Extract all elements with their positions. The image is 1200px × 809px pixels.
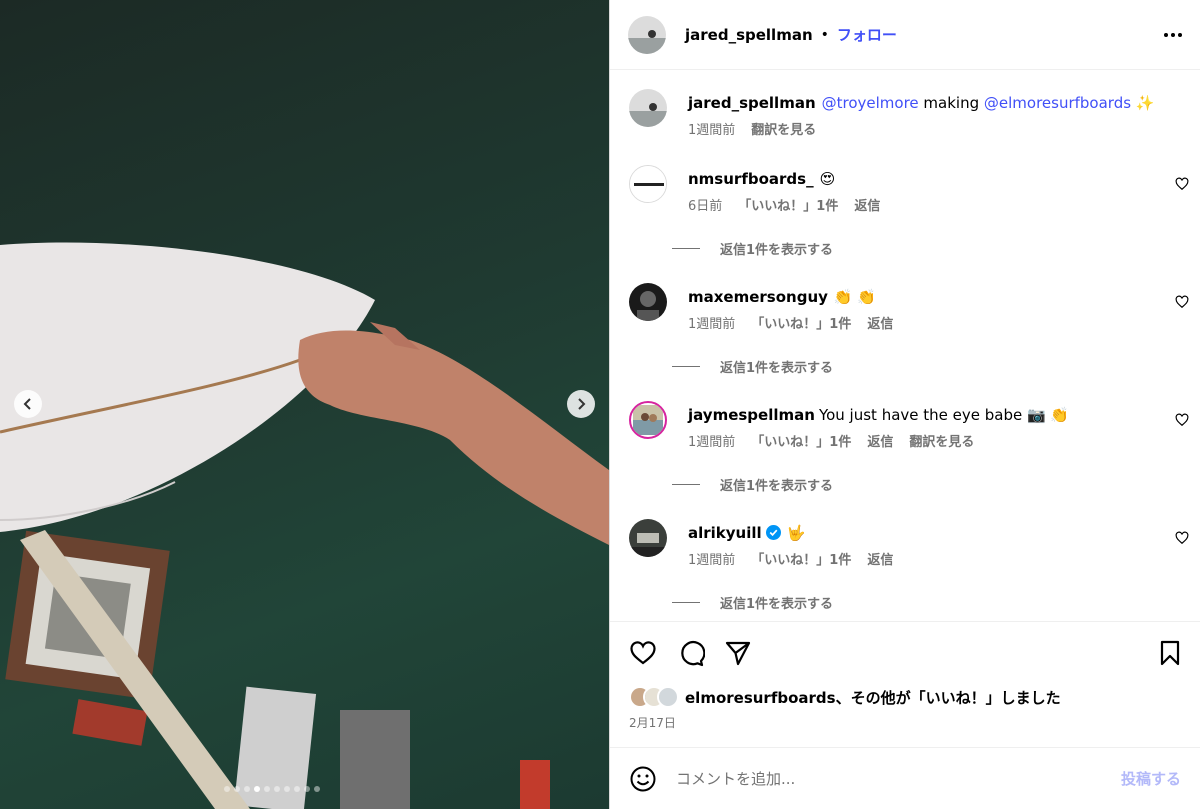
carousel-dots [224,786,320,792]
share-paper-plane-icon[interactable] [724,639,752,667]
comment-likes[interactable]: 「いいね！」1件 [751,431,851,450]
carousel-dot [244,786,250,792]
heart-icon[interactable] [1175,531,1189,545]
caption-time[interactable]: 1週間前 [688,119,735,138]
reply-button[interactable]: 返信 [867,549,893,568]
previous-slide-button[interactable] [14,390,42,418]
caption-emoji: ✨ [1135,94,1155,112]
avatar[interactable] [628,15,666,54]
reply-button[interactable]: 返信 [867,313,893,332]
follow-button[interactable]: フォロー [837,24,897,45]
chevron-right-icon [578,398,586,410]
view-replies-button[interactable]: 返信1件を表示する [672,475,833,494]
translate-button[interactable]: 翻訳を見る [751,119,816,138]
view-replies-button[interactable]: 返信1件を表示する [672,593,833,612]
more-icon [1164,32,1168,37]
comment-input[interactable] [676,769,1076,788]
wall-object [340,710,410,809]
like-heart-icon[interactable] [629,639,657,667]
post-side-panel: jared_spellman • フォロー jared_spellman @tro… [609,0,1200,809]
spray-can [520,760,550,809]
view-replies-button[interactable]: 返信1件を表示する [672,357,833,376]
post-header: jared_spellman • フォロー [610,0,1200,70]
comment-likes[interactable]: 「いいね！」1件 [751,313,851,332]
bookmark-icon[interactable] [1156,639,1184,667]
comment-username[interactable]: alrikyuill [688,524,762,542]
carousel-dot [234,786,240,792]
comment-bubble-icon[interactable] [677,639,705,667]
heart-icon[interactable] [1175,177,1189,191]
comment-text: 👏 👏 [833,288,877,306]
heart-icon[interactable] [1175,413,1189,427]
avatar[interactable] [629,165,667,203]
carousel-dot [294,786,300,792]
comment-likes[interactable]: 「いいね！」1件 [738,195,838,214]
caption-text: making [918,94,984,112]
comment-likes[interactable]: 「いいね！」1件 [751,549,851,568]
author-username[interactable]: jared_spellman [685,26,813,44]
comment-text: 😍 [819,170,836,188]
post-photo [0,0,609,809]
avatar[interactable] [629,283,667,321]
carousel-dot [304,786,310,792]
comment-username[interactable]: nmsurfboards_ [688,170,814,188]
carousel-dot [284,786,290,792]
carousel-dot [264,786,270,792]
post-date[interactable]: 2月17日 [629,714,676,731]
carousel-dot [274,786,280,792]
reply-button[interactable]: 返信 [867,431,893,450]
post-actions: elmoresurfboards、その他が「いいね！」しました 2月17日 [610,621,1200,747]
next-slide-button[interactable] [567,390,595,418]
translate-button[interactable]: 翻訳を見る [909,431,974,450]
comment-text: You just have the eye babe 📷 👏 [818,406,1070,424]
comment-time[interactable]: 6日前 [688,195,722,214]
likes-text[interactable]: elmoresurfboards、その他が「いいね！」しました [685,687,1061,708]
comment-username[interactable]: jaymespellman [688,406,815,424]
add-comment-bar: 投稿する [610,747,1200,809]
avatar-story-ring[interactable] [629,401,667,439]
comment-username[interactable]: maxemersonguy [688,288,828,306]
carousel-dot [314,786,320,792]
surfboard-photo [0,242,609,809]
more-options-button[interactable] [1164,32,1182,37]
emoji-icon[interactable] [629,765,657,793]
verified-badge-icon [765,525,781,540]
post-comment-button[interactable]: 投稿する [1121,768,1181,789]
comments-list[interactable]: jared_spellman @troyelmore making @elmore… [610,71,1200,621]
view-replies-button[interactable]: 返信1件を表示する [672,239,833,258]
arm [298,330,609,545]
chevron-left-icon [23,398,31,410]
caption-username[interactable]: jared_spellman [688,94,816,112]
avatar[interactable] [629,89,667,127]
comment-time[interactable]: 1週間前 [688,549,735,568]
mention-link[interactable]: @elmoresurfboards [984,94,1131,112]
carousel-dot [224,786,230,792]
comment-text: 🤟 [786,524,806,542]
mention-link[interactable]: @troyelmore [822,94,919,112]
comment-time[interactable]: 1週間前 [688,313,735,332]
carousel-dot [254,786,260,792]
separator: • [820,26,829,43]
comment-time[interactable]: 1週間前 [688,431,735,450]
avatar[interactable] [629,519,667,557]
liker-avatar [657,686,679,708]
heart-icon[interactable] [1175,295,1189,309]
reply-button[interactable]: 返信 [854,195,880,214]
likes-summary: elmoresurfboards、その他が「いいね！」しました [629,686,1061,708]
